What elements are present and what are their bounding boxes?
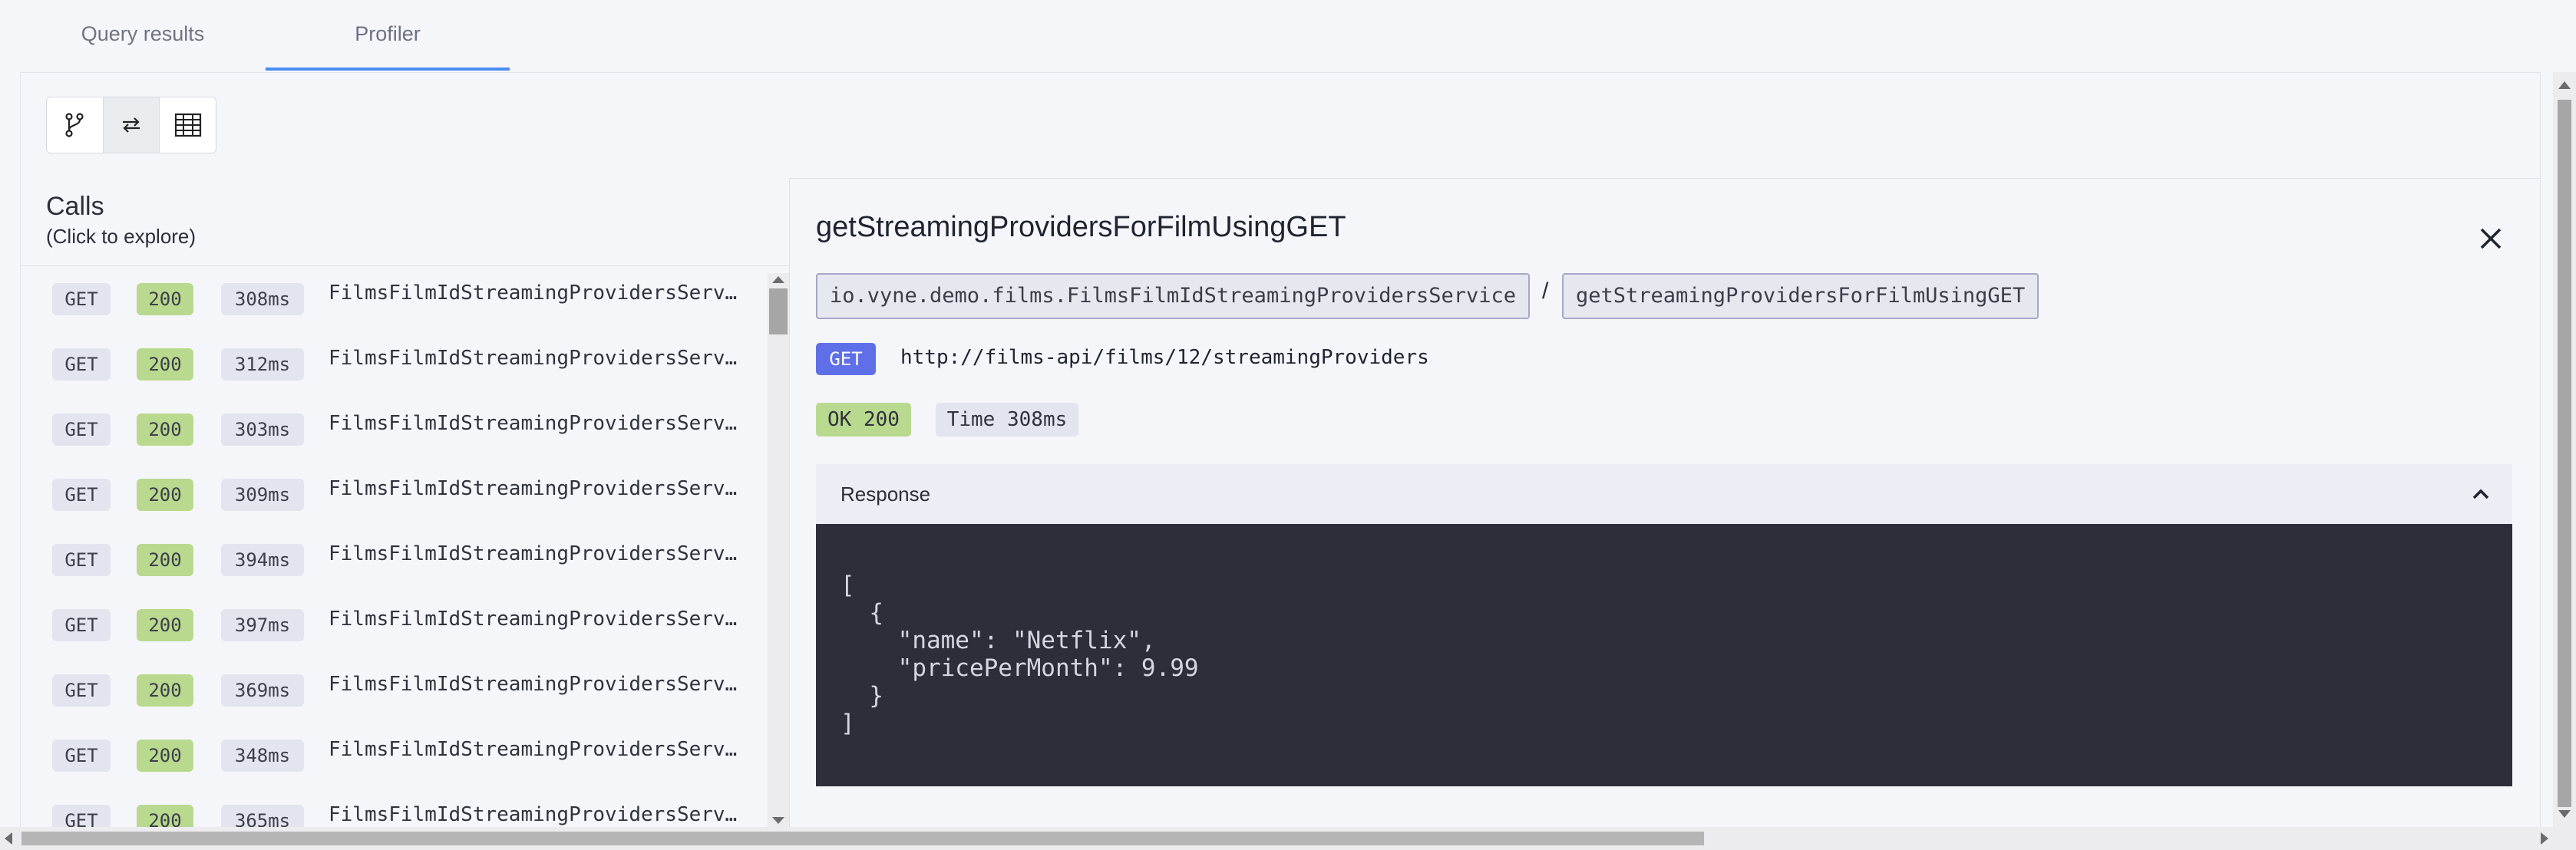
operation-name: FilmsFilmIdStreamingProvidersServ… <box>329 282 738 305</box>
table-view-icon <box>174 113 201 137</box>
calls-subtitle: (Click to explore) <box>46 225 197 248</box>
duration-badge: 309ms <box>221 479 304 511</box>
scroll-up-arrow-icon[interactable] <box>2558 81 2571 89</box>
status-badge: 200 <box>137 283 193 315</box>
page-vertical-scrollbar[interactable] <box>2553 72 2576 827</box>
table-view-button[interactable] <box>160 97 216 153</box>
method-badge: GET <box>52 740 111 772</box>
call-row[interactable]: GET 200 303ms FilmsFilmIdStreamingProvid… <box>20 397 768 462</box>
tab-profiler[interactable]: Profiler <box>266 0 510 71</box>
scrollbar-thumb[interactable] <box>769 288 788 334</box>
response-json: [ { "name": "Netflix", "pricePerMonth": … <box>841 572 1199 737</box>
operation-breadcrumb[interactable]: getStreamingProvidersForFilmUsingGET <box>1562 273 2039 319</box>
view-toggle-group <box>46 97 216 153</box>
operation-name: FilmsFilmIdStreamingProvidersServ… <box>329 803 738 826</box>
chevron-up-icon[interactable] <box>2468 481 2494 507</box>
scroll-down-arrow-icon[interactable] <box>772 817 784 824</box>
operation-name: FilmsFilmIdStreamingProvidersServ… <box>329 477 738 500</box>
duration-badge: 365ms <box>221 805 304 827</box>
status-badge: 200 <box>137 674 193 707</box>
duration-badge: 308ms <box>221 283 304 315</box>
response-section-header[interactable]: Response <box>816 464 2512 524</box>
method-badge: GET <box>52 413 111 446</box>
call-row[interactable]: GET 200 348ms FilmsFilmIdStreamingProvid… <box>20 723 768 788</box>
breadcrumb-separator: / <box>1542 278 1549 304</box>
response-body: [ { "name": "Netflix", "pricePerMonth": … <box>816 524 2512 786</box>
calls-title: Calls <box>46 192 104 221</box>
operation-name: FilmsFilmIdStreamingProvidersServ… <box>329 738 738 761</box>
status-badge: 200 <box>137 609 193 641</box>
method-badge: GET <box>52 805 111 827</box>
method-badge: GET <box>52 674 111 707</box>
method-badge: GET <box>52 544 111 576</box>
tab-query-results[interactable]: Query results <box>40 0 246 71</box>
duration-badge: 312ms <box>221 348 304 381</box>
method-badge: GET <box>52 348 111 381</box>
duration-badge: 397ms <box>221 609 304 641</box>
operation-name: FilmsFilmIdStreamingProvidersServ… <box>329 673 738 696</box>
status-badge: 200 <box>137 805 193 827</box>
status-badge: 200 <box>137 740 193 772</box>
scrollbar-thumb[interactable] <box>21 832 1704 845</box>
detail-title: getStreamingProvidersForFilmUsingGET <box>816 211 1346 243</box>
http-method-badge: GET <box>816 343 876 375</box>
service-breadcrumb[interactable]: io.vyne.demo.films.FilmsFilmIdStreamingP… <box>816 273 1531 319</box>
graph-view-button[interactable] <box>47 97 104 153</box>
request-url: http://films-api/films/12/streamingProvi… <box>900 346 1429 369</box>
page-horizontal-scrollbar[interactable] <box>0 827 2576 850</box>
method-badge: GET <box>52 283 111 315</box>
status-badge: 200 <box>137 479 193 511</box>
call-row[interactable]: GET 200 309ms FilmsFilmIdStreamingProvid… <box>20 462 768 527</box>
calls-list: GET 200 308ms FilmsFilmIdStreamingProvid… <box>20 266 768 827</box>
calls-list-scrollbar[interactable] <box>768 273 789 827</box>
close-icon[interactable] <box>2475 223 2506 254</box>
operation-name: FilmsFilmIdStreamingProvidersServ… <box>329 347 738 370</box>
status-badge: 200 <box>137 348 193 381</box>
call-detail-panel: getStreamingProvidersForFilmUsingGET io.… <box>789 178 2540 828</box>
duration-badge: Time 308ms <box>936 403 1078 437</box>
call-row[interactable]: GET 200 397ms FilmsFilmIdStreamingProvid… <box>20 592 768 657</box>
response-label: Response <box>841 483 931 506</box>
graph-view-icon <box>65 113 84 137</box>
status-badge: OK 200 <box>816 403 911 437</box>
calls-header: Calls (Click to explore) <box>46 192 196 249</box>
call-row[interactable]: GET 200 394ms FilmsFilmIdStreamingProvid… <box>20 527 768 592</box>
scroll-left-arrow-icon[interactable] <box>5 832 12 845</box>
call-row[interactable]: GET 200 312ms FilmsFilmIdStreamingProvid… <box>20 331 768 397</box>
swap-view-icon <box>123 117 140 133</box>
status-badge: 200 <box>137 413 193 446</box>
call-row[interactable]: GET 200 369ms FilmsFilmIdStreamingProvid… <box>20 657 768 723</box>
swap-view-button[interactable] <box>103 97 160 153</box>
duration-badge: 369ms <box>221 674 304 707</box>
scroll-up-arrow-icon[interactable] <box>772 276 784 283</box>
duration-badge: 303ms <box>221 413 304 446</box>
duration-badge: 394ms <box>221 544 304 576</box>
tab-bar: Query results Profiler <box>0 0 2576 72</box>
scrollbar-thumb[interactable] <box>2558 100 2571 807</box>
method-badge: GET <box>52 479 111 511</box>
scroll-down-arrow-icon[interactable] <box>2558 810 2571 818</box>
operation-name: FilmsFilmIdStreamingProvidersServ… <box>329 542 738 565</box>
call-row[interactable]: GET 200 365ms FilmsFilmIdStreamingProvid… <box>20 788 768 827</box>
call-row[interactable]: GET 200 308ms FilmsFilmIdStreamingProvid… <box>20 266 768 331</box>
operation-name: FilmsFilmIdStreamingProvidersServ… <box>329 608 738 631</box>
method-badge: GET <box>52 609 111 641</box>
scroll-right-arrow-icon[interactable] <box>2541 832 2548 845</box>
operation-name: FilmsFilmIdStreamingProvidersServ… <box>329 412 738 435</box>
status-badge: 200 <box>137 544 193 576</box>
active-tab-indicator <box>266 68 510 71</box>
duration-badge: 348ms <box>221 740 304 772</box>
